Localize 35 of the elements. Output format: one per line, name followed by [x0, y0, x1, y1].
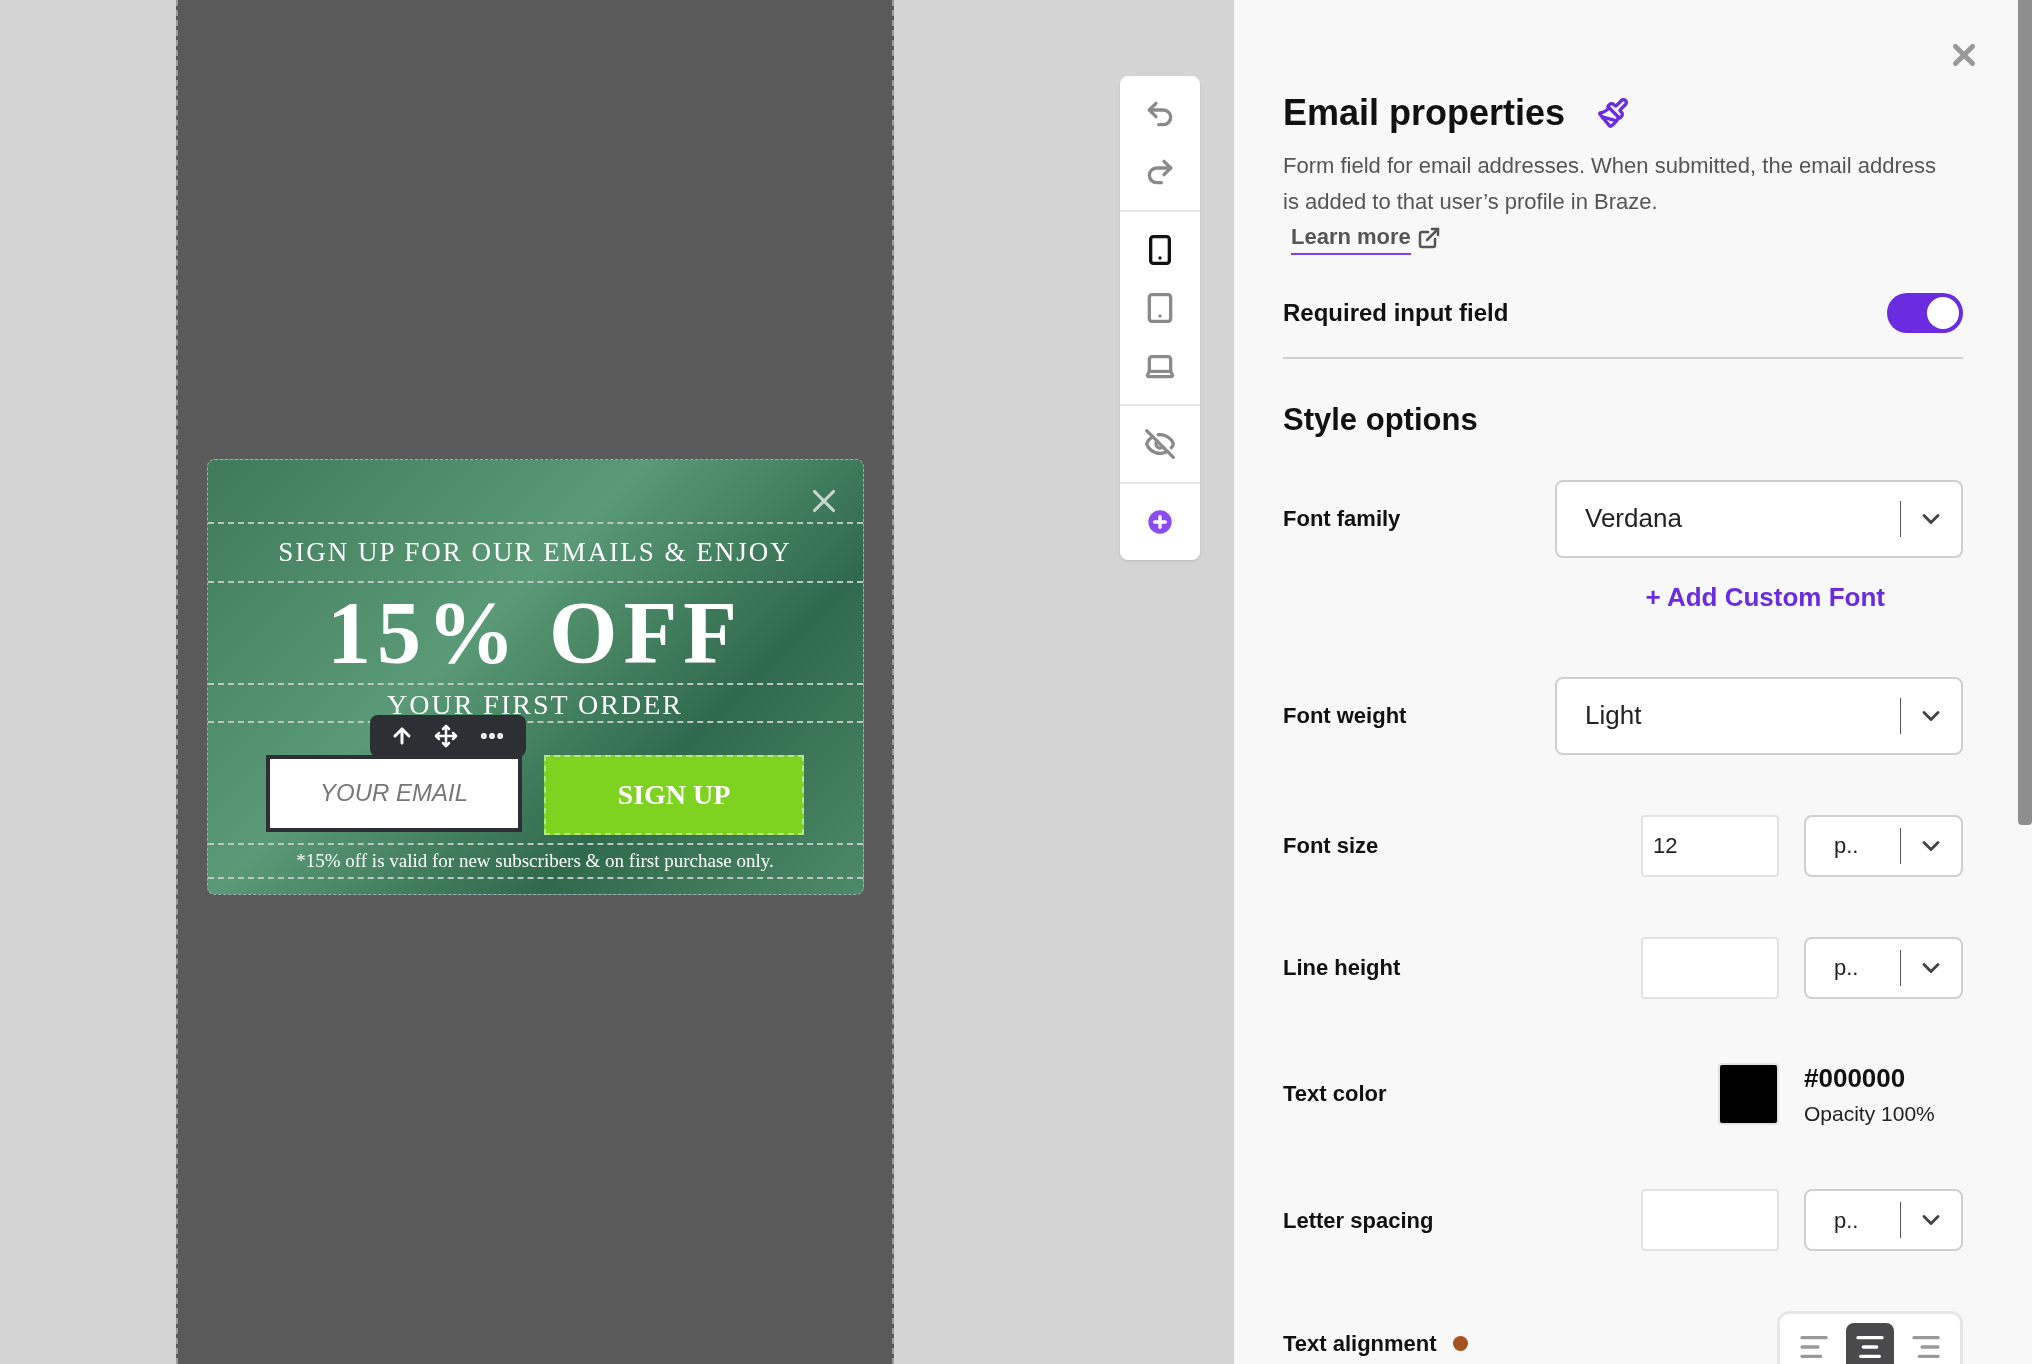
email-input-field[interactable]: YOUR EMAIL: [266, 754, 522, 832]
input-field[interactable]: [1641, 936, 1779, 999]
discount-headline: 15% OFF: [327, 582, 743, 683]
paintbrush-icon: [1597, 97, 1630, 129]
panel-description: Form field for email addresses. When submitted, the email address is added to that user’s profile in Braze.: [1283, 152, 1937, 216]
field-label: Font weight: [1283, 702, 1407, 730]
disclaimer-text: *15% off is valid for new subscribers & on first purchase only.: [296, 848, 774, 873]
field-label: Text alignment: [1283, 1330, 1437, 1358]
section-title: Style options: [1283, 401, 1479, 439]
toggle-switch[interactable]: [1887, 293, 1963, 333]
panel-title: Email properties: [1283, 91, 1566, 135]
unit-select[interactable]: p..: [1804, 814, 1963, 877]
field-label: Line height: [1283, 954, 1401, 982]
dropdown-select[interactable]: Light: [1555, 676, 1963, 755]
add-custom-font-link[interactable]: + Add Custom Font: [1645, 577, 1885, 617]
opacity-value: Opacity 100%: [1804, 1100, 1935, 1127]
unit-select[interactable]: p..: [1804, 1189, 1963, 1251]
alignment-button[interactable]: [1846, 1323, 1894, 1364]
field-label: Font size: [1283, 832, 1379, 860]
field-label: Letter spacing: [1283, 1206, 1434, 1235]
external-link-icon[interactable]: [1416, 225, 1441, 250]
move-icon[interactable]: [433, 723, 458, 748]
input-field[interactable]: [1641, 1189, 1779, 1251]
popup-heading: SIGN UP FOR OUR EMAILS & ENJOY: [278, 536, 792, 569]
dropdown-select[interactable]: Verdana: [1555, 479, 1963, 558]
field-label: Font family: [1283, 505, 1401, 533]
popup-subheading: YOUR FIRST ORDER: [387, 688, 683, 721]
color-swatch[interactable]: [1718, 1062, 1779, 1125]
eye-off-icon[interactable]: [1144, 428, 1176, 460]
hex-value: #000000: [1804, 1061, 1907, 1095]
learn-more-link[interactable]: Learn more: [1291, 220, 1411, 255]
required-label: Required input field: [1283, 298, 1509, 328]
unit-select[interactable]: p..: [1804, 936, 1963, 999]
input-field[interactable]: 12: [1641, 814, 1779, 877]
field-label: Text color: [1283, 1080, 1387, 1109]
